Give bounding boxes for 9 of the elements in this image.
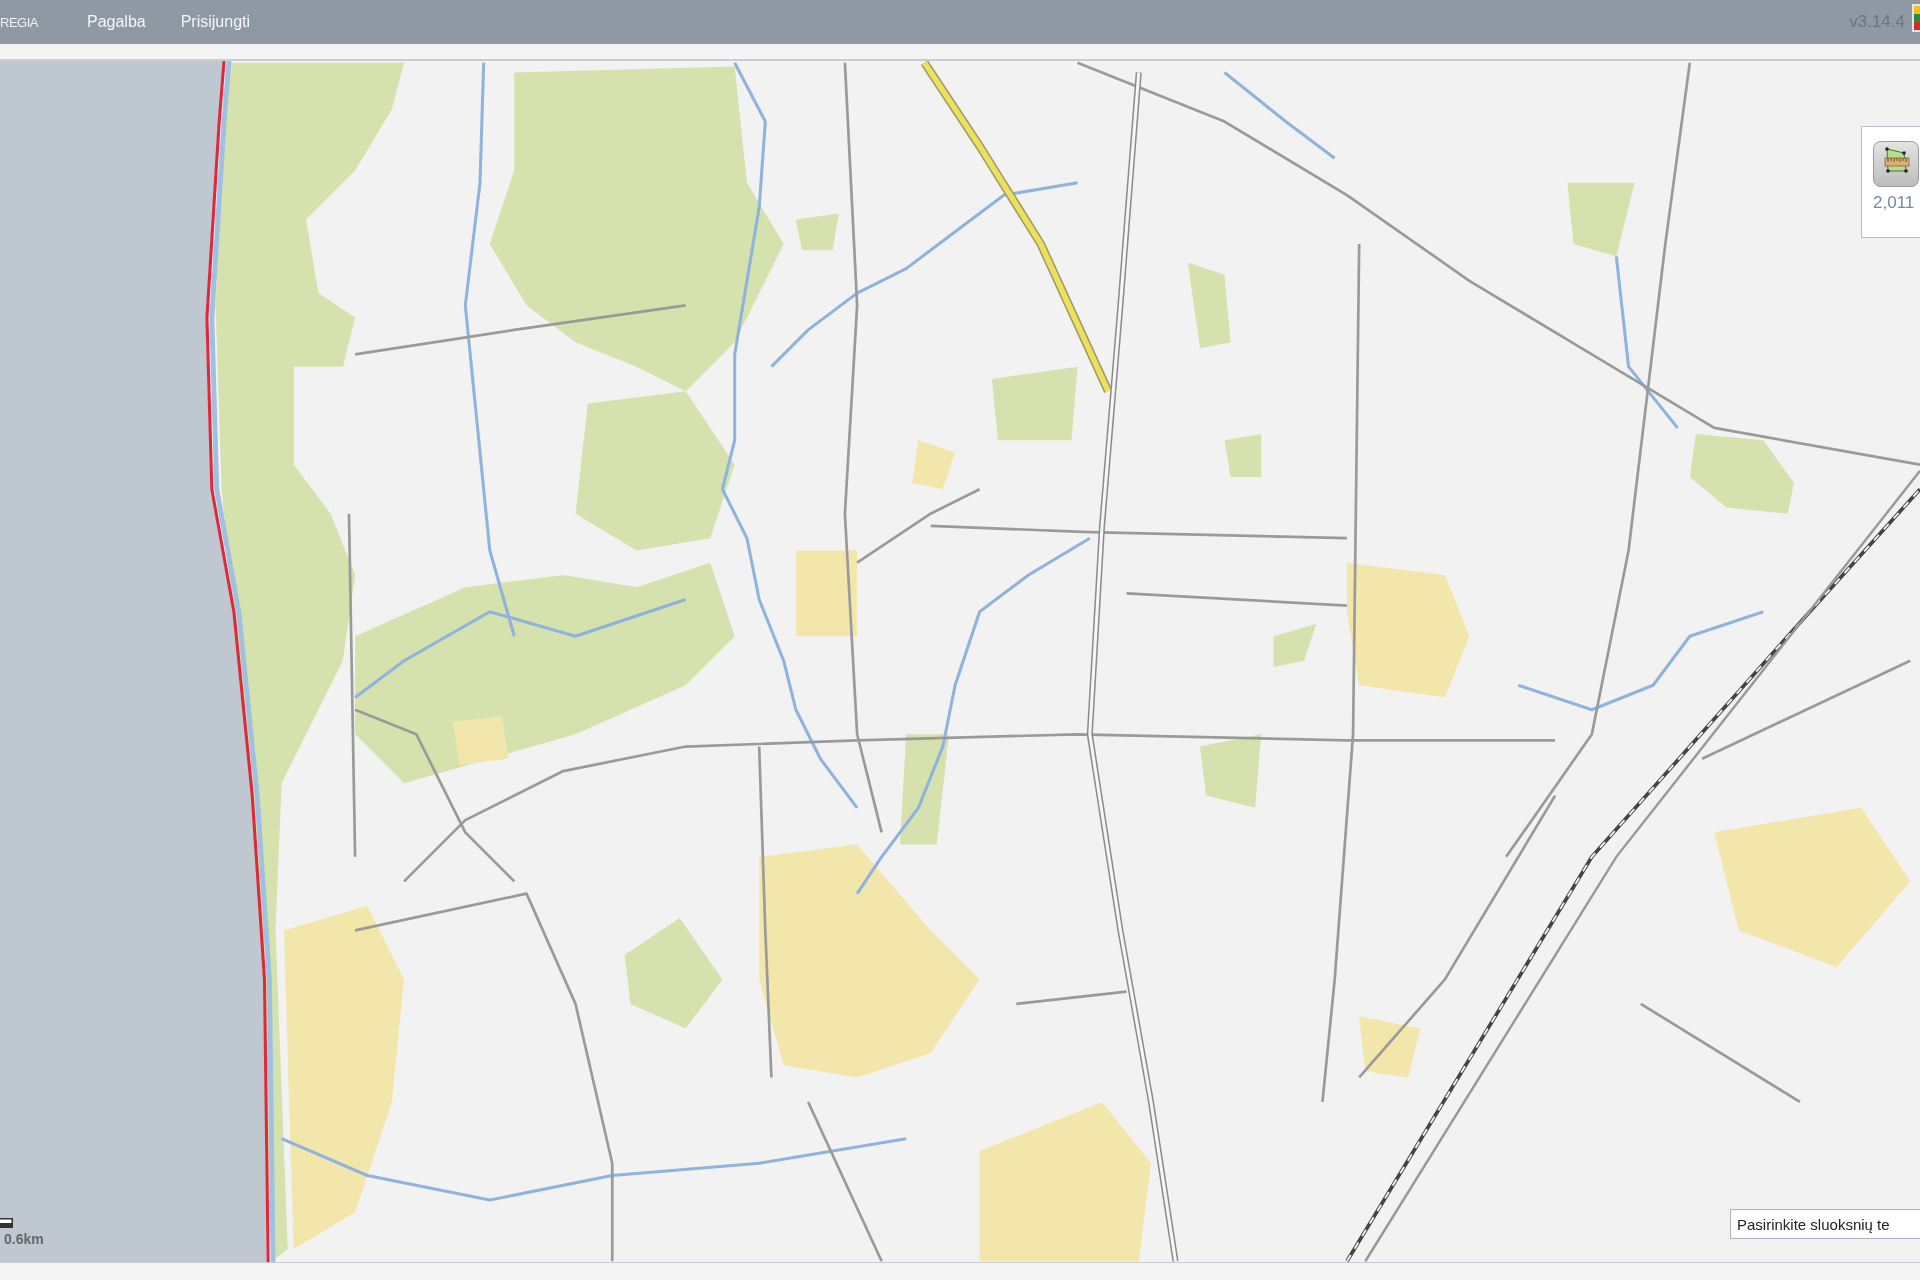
layer-select[interactable]: Pasirinkite sluoksnių te [1730, 1209, 1920, 1239]
area-measure-icon[interactable] [1873, 141, 1919, 187]
menu-link[interactable]: Pagalba [86, 13, 146, 31]
flag-icon[interactable] [1912, 4, 1920, 32]
scale-label: 0.6km [4, 1231, 44, 1247]
measure-reading: 2,011 [1873, 193, 1915, 213]
menu-link[interactable]: Prisijungti [180, 13, 251, 31]
scale-bar-icon [0, 1218, 13, 1228]
brand-label: REGIA [0, 14, 38, 30]
